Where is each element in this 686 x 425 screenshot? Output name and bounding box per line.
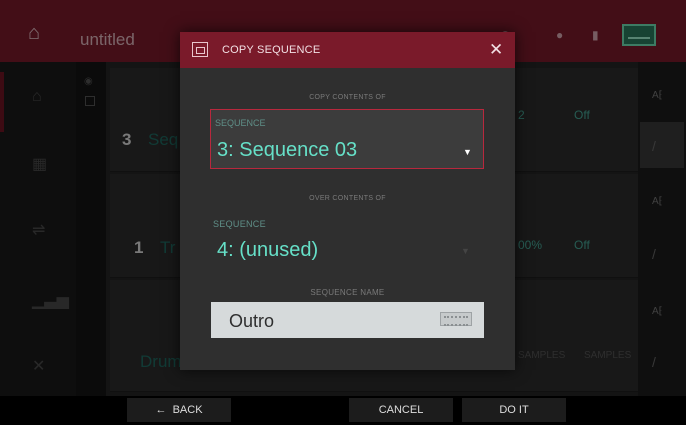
dropdown-arrow-icon: ▼ <box>461 246 470 256</box>
dialog-header: COPY SEQUENCE ✕ <box>180 32 515 68</box>
copy-contents-caption: COPY CONTENTS OF <box>309 94 386 101</box>
source-sequence-select[interactable]: SEQUENCE 3: Sequence 03 ▼ <box>210 109 484 169</box>
keyboard-icon[interactable] <box>440 312 472 326</box>
cancel-button[interactable]: CANCEL <box>349 398 453 422</box>
back-label: BACK <box>172 404 203 416</box>
sequence-name-input[interactable]: Outro <box>211 302 484 338</box>
sequence-name-value: Outro <box>229 311 275 331</box>
sequence-name-label: SEQUENCE NAME <box>310 288 385 297</box>
source-sequence-label: SEQUENCE <box>215 118 266 128</box>
copy-icon <box>192 42 208 57</box>
arrow-left-icon: ← <box>155 404 173 416</box>
dialog-title: COPY SEQUENCE <box>222 44 321 56</box>
target-sequence-select[interactable]: 4: (unused) <box>217 239 318 262</box>
over-contents-caption: OVER CONTENTS OF <box>309 195 386 202</box>
bottom-bar: ← BACK CANCEL DO IT <box>0 396 686 425</box>
close-icon[interactable]: ✕ <box>489 40 503 60</box>
do-it-button[interactable]: DO IT <box>462 398 566 422</box>
source-sequence-value: 3: Sequence 03 <box>217 139 358 161</box>
target-sequence-label: SEQUENCE <box>213 219 266 229</box>
dropdown-arrow-icon: ▼ <box>463 147 472 157</box>
back-button[interactable]: ← BACK <box>127 398 231 422</box>
copy-sequence-dialog: COPY SEQUENCE ✕ COPY CONTENTS OF SEQUENC… <box>180 32 515 370</box>
